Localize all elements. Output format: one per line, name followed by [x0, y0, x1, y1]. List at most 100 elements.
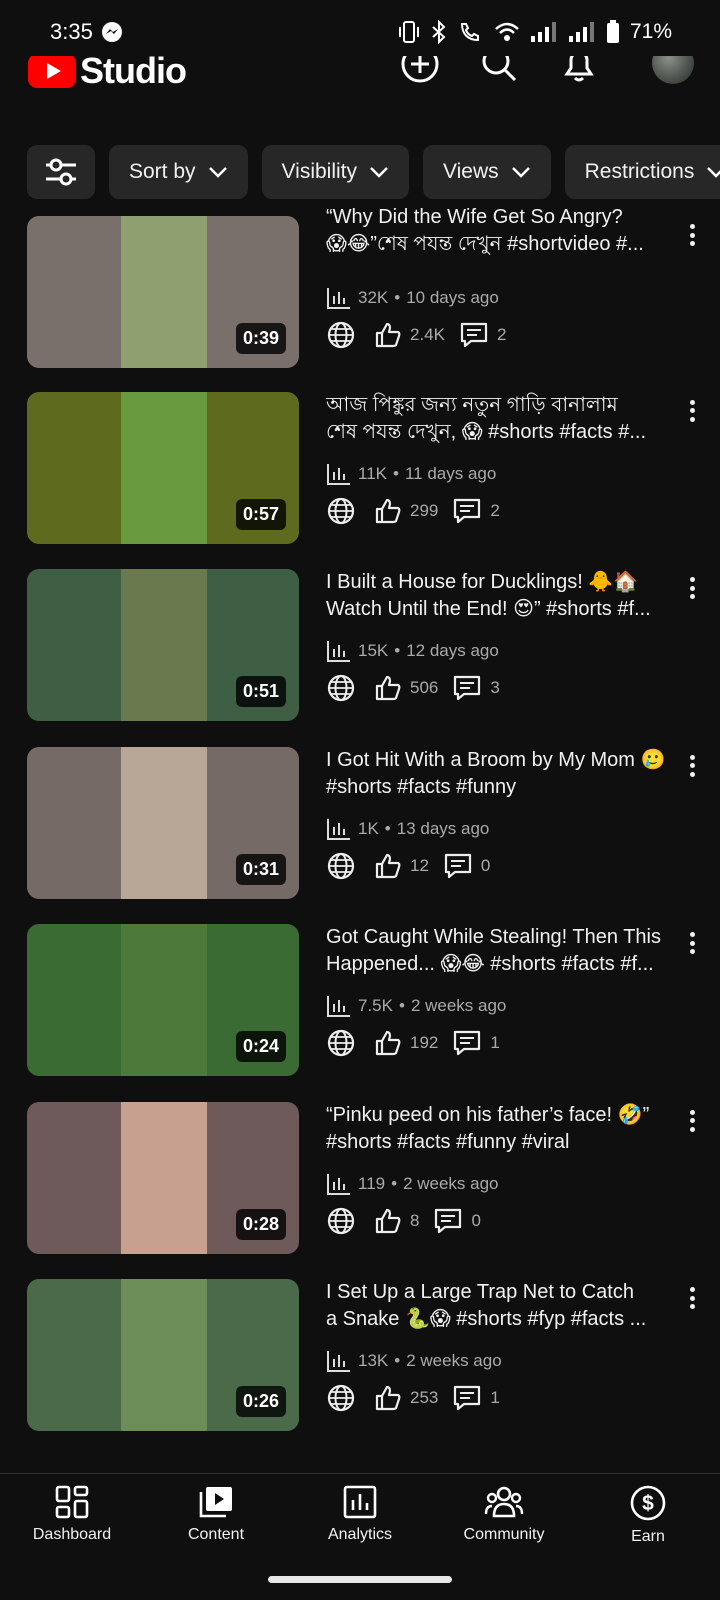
video-title[interactable]: I Set Up a Large Trap Net to Catch a Sna…: [326, 1279, 680, 1333]
status-bar: 3:35 71%: [0, 0, 720, 64]
nav-label: Content: [187, 1526, 245, 1543]
views-chip[interactable]: Views: [423, 145, 551, 199]
video-title-line1: I Got Hit With a Broom by My Mom 🥲: [326, 748, 666, 771]
video-thumbnail[interactable]: 0:57: [27, 391, 299, 544]
youtube-logo-icon: [28, 56, 76, 88]
like-count: 8: [410, 1210, 420, 1230]
video-title-line2: Happened... 😱😂 #shorts #facts #f...: [326, 953, 654, 975]
like-count: 506: [410, 678, 439, 697]
search-button[interactable]: [477, 56, 521, 86]
dollar-icon: $: [630, 1485, 666, 1521]
video-duration: 0:24: [235, 1031, 286, 1062]
more-options-button[interactable]: [684, 1283, 700, 1313]
add-icon: [401, 56, 439, 83]
home-indicator[interactable]: [268, 1576, 452, 1583]
wifi-call-icon: [458, 20, 484, 44]
video-row[interactable]: 0:51 I Built a House for Ducklings! 🐥🏠 W…: [0, 569, 720, 721]
chip-label: Visibility: [281, 160, 357, 183]
more-options-button[interactable]: [684, 928, 700, 958]
analytics-icon: [327, 1173, 350, 1195]
more-options-button[interactable]: [684, 751, 700, 781]
globe-icon: [327, 1207, 355, 1234]
analytics-icon: [327, 463, 350, 485]
restrictions-chip[interactable]: Restrictions: [564, 145, 720, 199]
thumbnail-frame: [121, 746, 207, 899]
video-row[interactable]: 0:28 “Pinku peed on his father’s face! 🤣…: [0, 1101, 720, 1254]
video-row[interactable]: 0:57 আজ পিঙ্কুর জন্য নতুন গাড়ি বানালাম …: [0, 391, 720, 544]
status-time: 3:35: [50, 19, 93, 44]
video-meta: 2.4K 2: [326, 320, 520, 350]
video-row[interactable]: 0:39 “Why Did the Wife Get So Angry? 😱😂”…: [0, 206, 720, 368]
video-title[interactable]: “Pinku peed on his father’s face! 🤣” #sh…: [326, 1102, 680, 1156]
nav-analytics[interactable]: Analytics: [290, 1484, 430, 1544]
youtube-studio-logo[interactable]: Studio: [28, 56, 187, 92]
nav-label: Dashboard: [32, 1526, 112, 1543]
chevron-down-icon: [208, 167, 227, 178]
bluetooth-icon: [430, 20, 448, 44]
video-thumbnail[interactable]: 0:39: [27, 216, 299, 368]
visibility-chip[interactable]: Visibility: [261, 145, 409, 199]
more-options-button[interactable]: [684, 573, 700, 603]
logo-text: Studio: [80, 56, 187, 91]
view-count: 15K: [358, 641, 389, 660]
video-thumbnail[interactable]: 0:24: [27, 924, 299, 1076]
video-row[interactable]: 0:31 I Got Hit With a Broom by My Mom 🥲 …: [0, 746, 720, 899]
upload-age: 2 weeks ago: [410, 996, 507, 1015]
globe-icon: [327, 852, 355, 879]
video-thumbnail[interactable]: 0:51: [27, 569, 299, 721]
nav-dashboard[interactable]: Dashboard: [2, 1484, 142, 1544]
sliders-icon: [46, 158, 76, 186]
video-title[interactable]: “Why Did the Wife Get So Angry? 😱😂”শেষ প…: [326, 204, 680, 258]
separator-dot: •: [391, 1173, 398, 1193]
video-title-line1: “Why Did the Wife Get So Angry?: [326, 206, 623, 228]
analytics-icon: [327, 996, 350, 1017]
nav-label: Community: [463, 1526, 545, 1543]
bell-icon: [564, 56, 594, 82]
video-title[interactable]: I Got Hit With a Broom by My Mom 🥲 #shor…: [326, 747, 680, 801]
video-duration: 0:39: [235, 323, 286, 354]
chip-label: Sort by: [129, 160, 196, 183]
analytics-icon: [327, 288, 350, 309]
video-title[interactable]: Got Caught While Stealing! Then This Hap…: [326, 924, 680, 978]
messenger-icon: [101, 21, 123, 43]
video-title[interactable]: আজ পিঙ্কুর জন্য নতুন গাড়ি বানালাম শেষ প…: [326, 392, 680, 446]
sort-by-chip[interactable]: Sort by: [109, 145, 248, 199]
analytics-icon: [327, 641, 350, 662]
battery-percent: 71%: [629, 20, 672, 43]
thumbnail-frame: [121, 924, 207, 1076]
nav-earn[interactable]: $ Earn: [578, 1484, 718, 1546]
video-list: 0:39 “Why Did the Wife Get So Angry? 😱😂”…: [0, 200, 720, 1473]
analytics-icon: [327, 1351, 350, 1372]
view-count: 1K: [358, 818, 379, 838]
wifi-icon: [494, 21, 520, 43]
more-options-button[interactable]: [684, 396, 700, 426]
more-options-button[interactable]: [684, 220, 700, 250]
video-row[interactable]: 0:26 I Set Up a Large Trap Net to Catch …: [0, 1279, 720, 1431]
notifications-button[interactable]: [557, 56, 601, 86]
like-icon: [375, 675, 401, 701]
comment-count: 1: [490, 1388, 500, 1407]
video-meta: 12 0: [326, 851, 504, 881]
nav-content[interactable]: Content: [146, 1484, 286, 1544]
more-options-button[interactable]: [684, 1106, 700, 1136]
like-icon: [375, 1030, 401, 1056]
video-thumbnail[interactable]: 0:31: [27, 746, 299, 899]
video-row[interactable]: 0:24 Got Caught While Stealing! Then Thi…: [0, 924, 720, 1076]
video-meta: 192 1: [326, 1028, 514, 1058]
video-thumbnail[interactable]: 0:26: [27, 1279, 299, 1431]
separator-dot: •: [394, 641, 401, 660]
video-duration: 0:51: [235, 676, 286, 707]
signal-icon-2: [568, 21, 596, 43]
account-avatar[interactable]: [652, 56, 694, 84]
create-button[interactable]: [398, 56, 442, 86]
globe-icon: [327, 1384, 355, 1412]
video-title-line2: #shorts #facts #funny #viral: [326, 1130, 570, 1153]
filter-settings-button[interactable]: [27, 145, 95, 199]
video-thumbnail[interactable]: 0:28: [27, 1101, 299, 1254]
video-title[interactable]: I Built a House for Ducklings! 🐥🏠 Watch …: [326, 569, 680, 623]
view-count: 119: [358, 1173, 386, 1193]
video-duration: 0:26: [235, 1386, 286, 1417]
like-count: 192: [410, 1033, 439, 1052]
nav-community[interactable]: Community: [434, 1484, 574, 1544]
signal-icon: [530, 21, 558, 43]
